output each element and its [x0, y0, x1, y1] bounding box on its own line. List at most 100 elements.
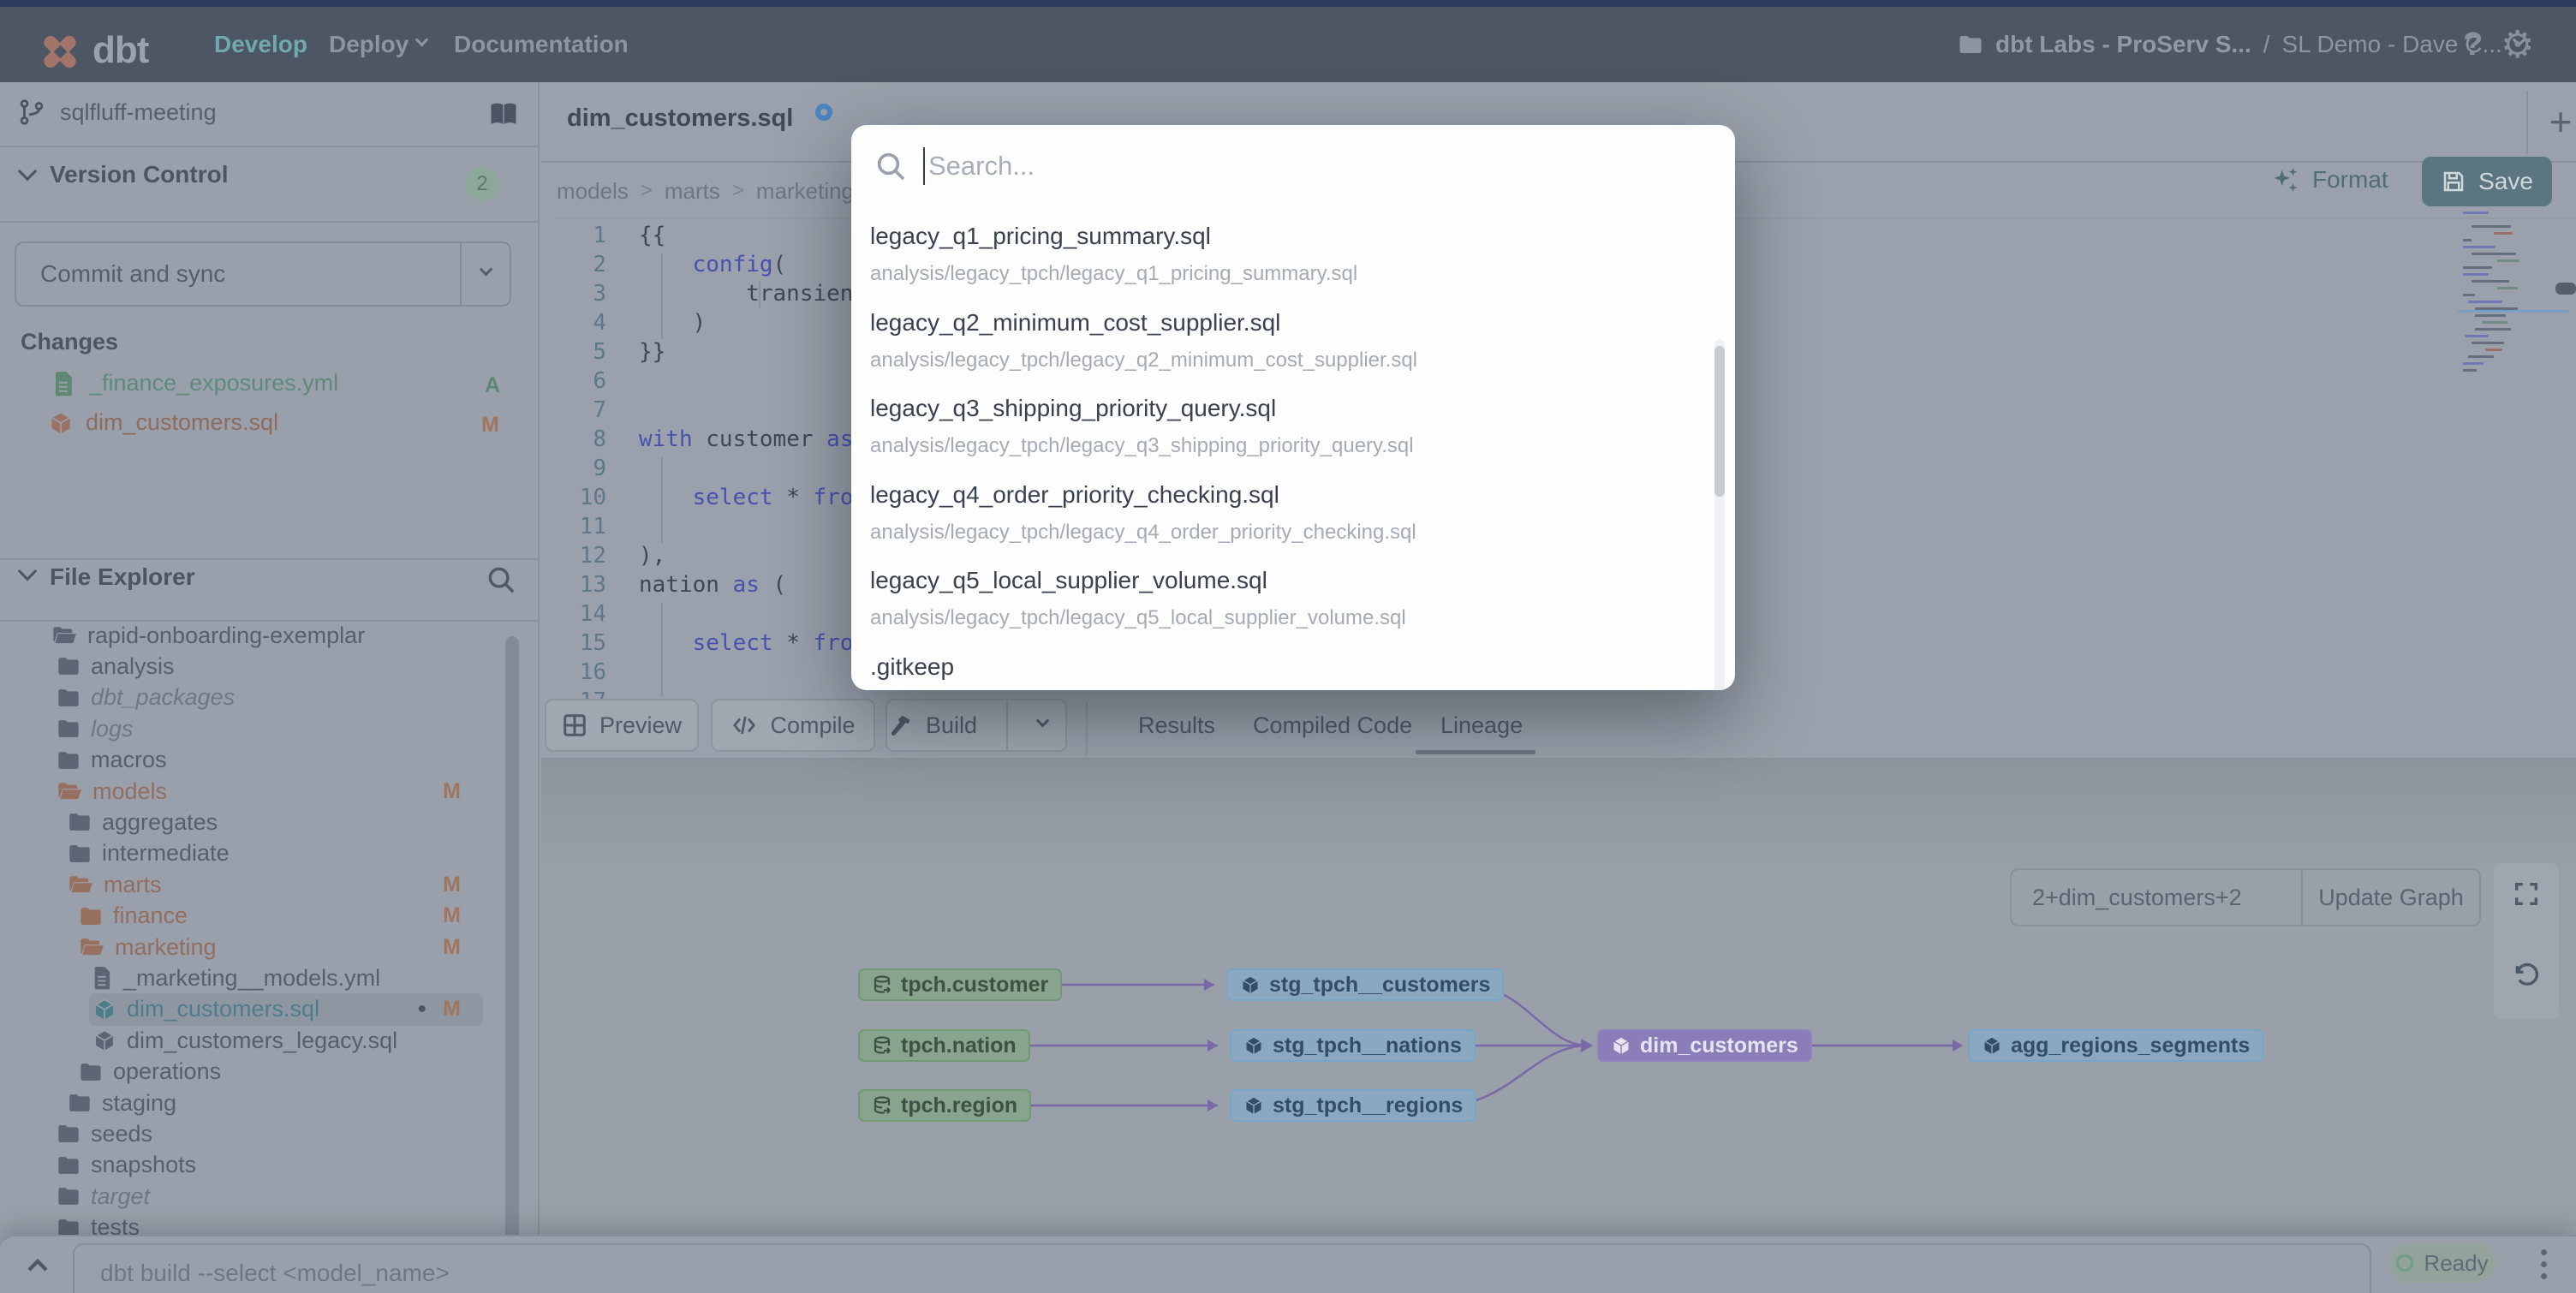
changed-file-row[interactable]: _finance_exposures.yml	[53, 370, 338, 396]
format-button[interactable]: Format	[2271, 154, 2388, 206]
folder-icon	[57, 1185, 80, 1207]
file-tree-label: dim_customers_legacy.sql	[127, 1027, 398, 1053]
line-number: 9	[593, 456, 606, 481]
modal-scrollbar-thumb[interactable]	[1714, 346, 1725, 497]
breadcrumb-item[interactable]: marketing	[756, 178, 854, 205]
chevron-down-icon	[17, 161, 38, 182]
lineage-canvas[interactable]: 2+dim_customers+2 Update Graph tpch.cust…	[541, 758, 2576, 1293]
new-tab-button[interactable]: +	[2537, 87, 2576, 156]
tab-results[interactable]: Results	[1138, 700, 1215, 750]
lineage-node-source[interactable]: tpch.region	[858, 1089, 1032, 1122]
lineage-node-model[interactable]: stg_tpch__customers	[1226, 968, 1505, 1001]
file-tree-item-macros[interactable]: macros	[0, 745, 526, 776]
file-tree-item-dim-customers-sql[interactable]: dim_customers.sql • M	[0, 994, 526, 1025]
file-tree-item-rapid-onboarding-exemplar[interactable]: rapid-onboarding-exemplar	[0, 620, 526, 651]
search-result-item[interactable]: legacy_q4_order_priority_checking.sql ana…	[851, 481, 1708, 560]
folder-icon	[68, 843, 92, 865]
git-branch-row: sqlfluff-meeting	[17, 98, 217, 127]
save-button[interactable]: Save	[2422, 157, 2552, 206]
lineage-node-model[interactable]: stg_tpch__nations	[1230, 1029, 1476, 1062]
lineage-node-source[interactable]: tpch.customer	[858, 968, 1063, 1001]
section-version-control[interactable]: Version Control	[17, 161, 228, 188]
file-tree-item-finance[interactable]: finance M	[0, 901, 526, 932]
sparkles-icon	[2274, 167, 2298, 193]
search-result-item[interactable]: .gitkeep	[851, 653, 1708, 691]
section-file-explorer[interactable]: File Explorer	[17, 561, 195, 591]
file-tree-item-snapshots[interactable]: snapshots	[0, 1150, 526, 1181]
breadcrumb-item[interactable]: models	[557, 178, 629, 205]
divider	[2526, 91, 2528, 154]
file-tree-item-seeds[interactable]: seeds	[0, 1118, 526, 1149]
branch-name[interactable]: sqlfluff-meeting	[60, 99, 217, 126]
tab-lineage[interactable]: Lineage	[1440, 700, 1523, 750]
file-tree-item--marketing-models-yml[interactable]: _marketing__models.yml	[0, 962, 526, 993]
file-tree-label: operations	[113, 1058, 222, 1085]
model-cube-icon	[92, 1028, 116, 1052]
preview-button[interactable]: Preview	[545, 699, 699, 752]
breadcrumb-item[interactable]: marts	[665, 178, 720, 205]
nav-develop[interactable]: Develop	[214, 7, 307, 82]
file-tree-label: intermediate	[102, 840, 230, 867]
folder-icon	[57, 718, 80, 740]
line-number: 5	[593, 339, 606, 365]
code-minimap[interactable]	[2460, 212, 2538, 379]
changed-file-row[interactable]: dim_customers.sql	[48, 409, 278, 436]
commit-and-sync-button[interactable]: Commit and sync	[15, 241, 511, 307]
compile-button[interactable]: Compile	[711, 699, 875, 752]
search-result-name: legacy_q3_shipping_priority_query.sql	[870, 395, 1277, 421]
code-line: ),	[639, 543, 666, 569]
file-explorer-title: File Explorer	[50, 563, 195, 590]
search-result-item[interactable]: legacy_q5_local_supplier_volume.sql analy…	[851, 567, 1708, 646]
search-result-item[interactable]: legacy_q1_pricing_summary.sql analysis/le…	[851, 223, 1708, 301]
file-tree-item-marts[interactable]: marts M	[0, 869, 526, 900]
dbt-logo[interactable]: dbt	[38, 27, 166, 75]
lineage-node-source[interactable]: tpch.nation	[858, 1029, 1030, 1062]
editor-tab[interactable]: dim_customers.sql	[567, 104, 793, 133]
search-result-path: analysis/legacy_tpch/legacy_q2_minimum_c…	[870, 348, 1418, 372]
file-tree-item-target[interactable]: target	[0, 1181, 526, 1212]
file-tree-label: staging	[102, 1089, 177, 1116]
file-tree-item-marketing[interactable]: marketing M	[0, 932, 526, 962]
file-tree-item-analysis[interactable]: analysis	[0, 651, 526, 682]
commit-options-dropdown[interactable]	[462, 262, 510, 277]
build-button[interactable]: Build	[886, 699, 1067, 752]
status-modified-badge: M	[481, 413, 499, 437]
lineage-node-model[interactable]: stg_tpch__regions	[1230, 1089, 1477, 1122]
search-result-name: legacy_q5_local_supplier_volume.sql	[870, 567, 1267, 593]
line-number: 6	[593, 368, 606, 394]
commit-and-sync-label: Commit and sync	[40, 260, 226, 287]
search-icon[interactable]	[485, 563, 517, 596]
nav-documentation[interactable]: Documentation	[454, 7, 629, 82]
search-result-item[interactable]: legacy_q2_minimum_cost_supplier.sql analy…	[851, 309, 1708, 388]
tab-compiled-code[interactable]: Compiled Code	[1253, 700, 1412, 750]
nav-deploy[interactable]: Deploy	[329, 7, 429, 82]
file-tree-item-dim-customers-legacy-sql[interactable]: dim_customers_legacy.sql	[0, 1025, 526, 1056]
settings-gear-icon[interactable]: ⚙	[2501, 7, 2534, 82]
status-modified-badge: M	[443, 997, 461, 1022]
file-tree-item-operations[interactable]: operations	[0, 1057, 526, 1087]
dbt-logo-text: dbt	[92, 29, 149, 71]
panel-resize-handle[interactable]	[2555, 283, 2576, 295]
file-tree-item-dbt-packages[interactable]: dbt_packages	[0, 682, 526, 713]
folder-icon	[79, 1061, 103, 1083]
chevron-up-icon[interactable]	[21, 1248, 55, 1283]
build-options-dropdown[interactable]	[1020, 713, 1064, 728]
docs-book-icon[interactable]	[488, 101, 519, 128]
status-added-badge: A	[485, 373, 501, 397]
lineage-node-selected[interactable]: dim_customers	[1597, 1029, 1812, 1062]
dbt-command-input[interactable]	[73, 1243, 2371, 1293]
search-result-item[interactable]: legacy_q3_shipping_priority_query.sql ana…	[851, 395, 1708, 474]
lineage-node-model[interactable]: agg_regions_segments	[1968, 1029, 2264, 1062]
help-button[interactable]: ?	[2463, 7, 2483, 82]
file-tree-item-staging[interactable]: staging	[0, 1087, 526, 1118]
file-tree-scrollbar[interactable]	[505, 636, 519, 1293]
account-name[interactable]: dbt Labs - ProServ S...	[1995, 31, 2251, 58]
line-number: 12	[579, 543, 606, 569]
file-tree-item-intermediate[interactable]: intermediate	[0, 838, 526, 869]
kebab-menu[interactable]	[2526, 1242, 2561, 1286]
file-tree-item-models[interactable]: models M	[0, 776, 526, 807]
modal-search-row[interactable]: Search...	[851, 125, 1735, 207]
file-tree-item-logs[interactable]: logs	[0, 713, 526, 744]
file-tree-item-aggregates[interactable]: aggregates	[0, 807, 526, 837]
file-search-modal: Search... legacy_q1_pricing_summary.sql a…	[851, 125, 1735, 690]
